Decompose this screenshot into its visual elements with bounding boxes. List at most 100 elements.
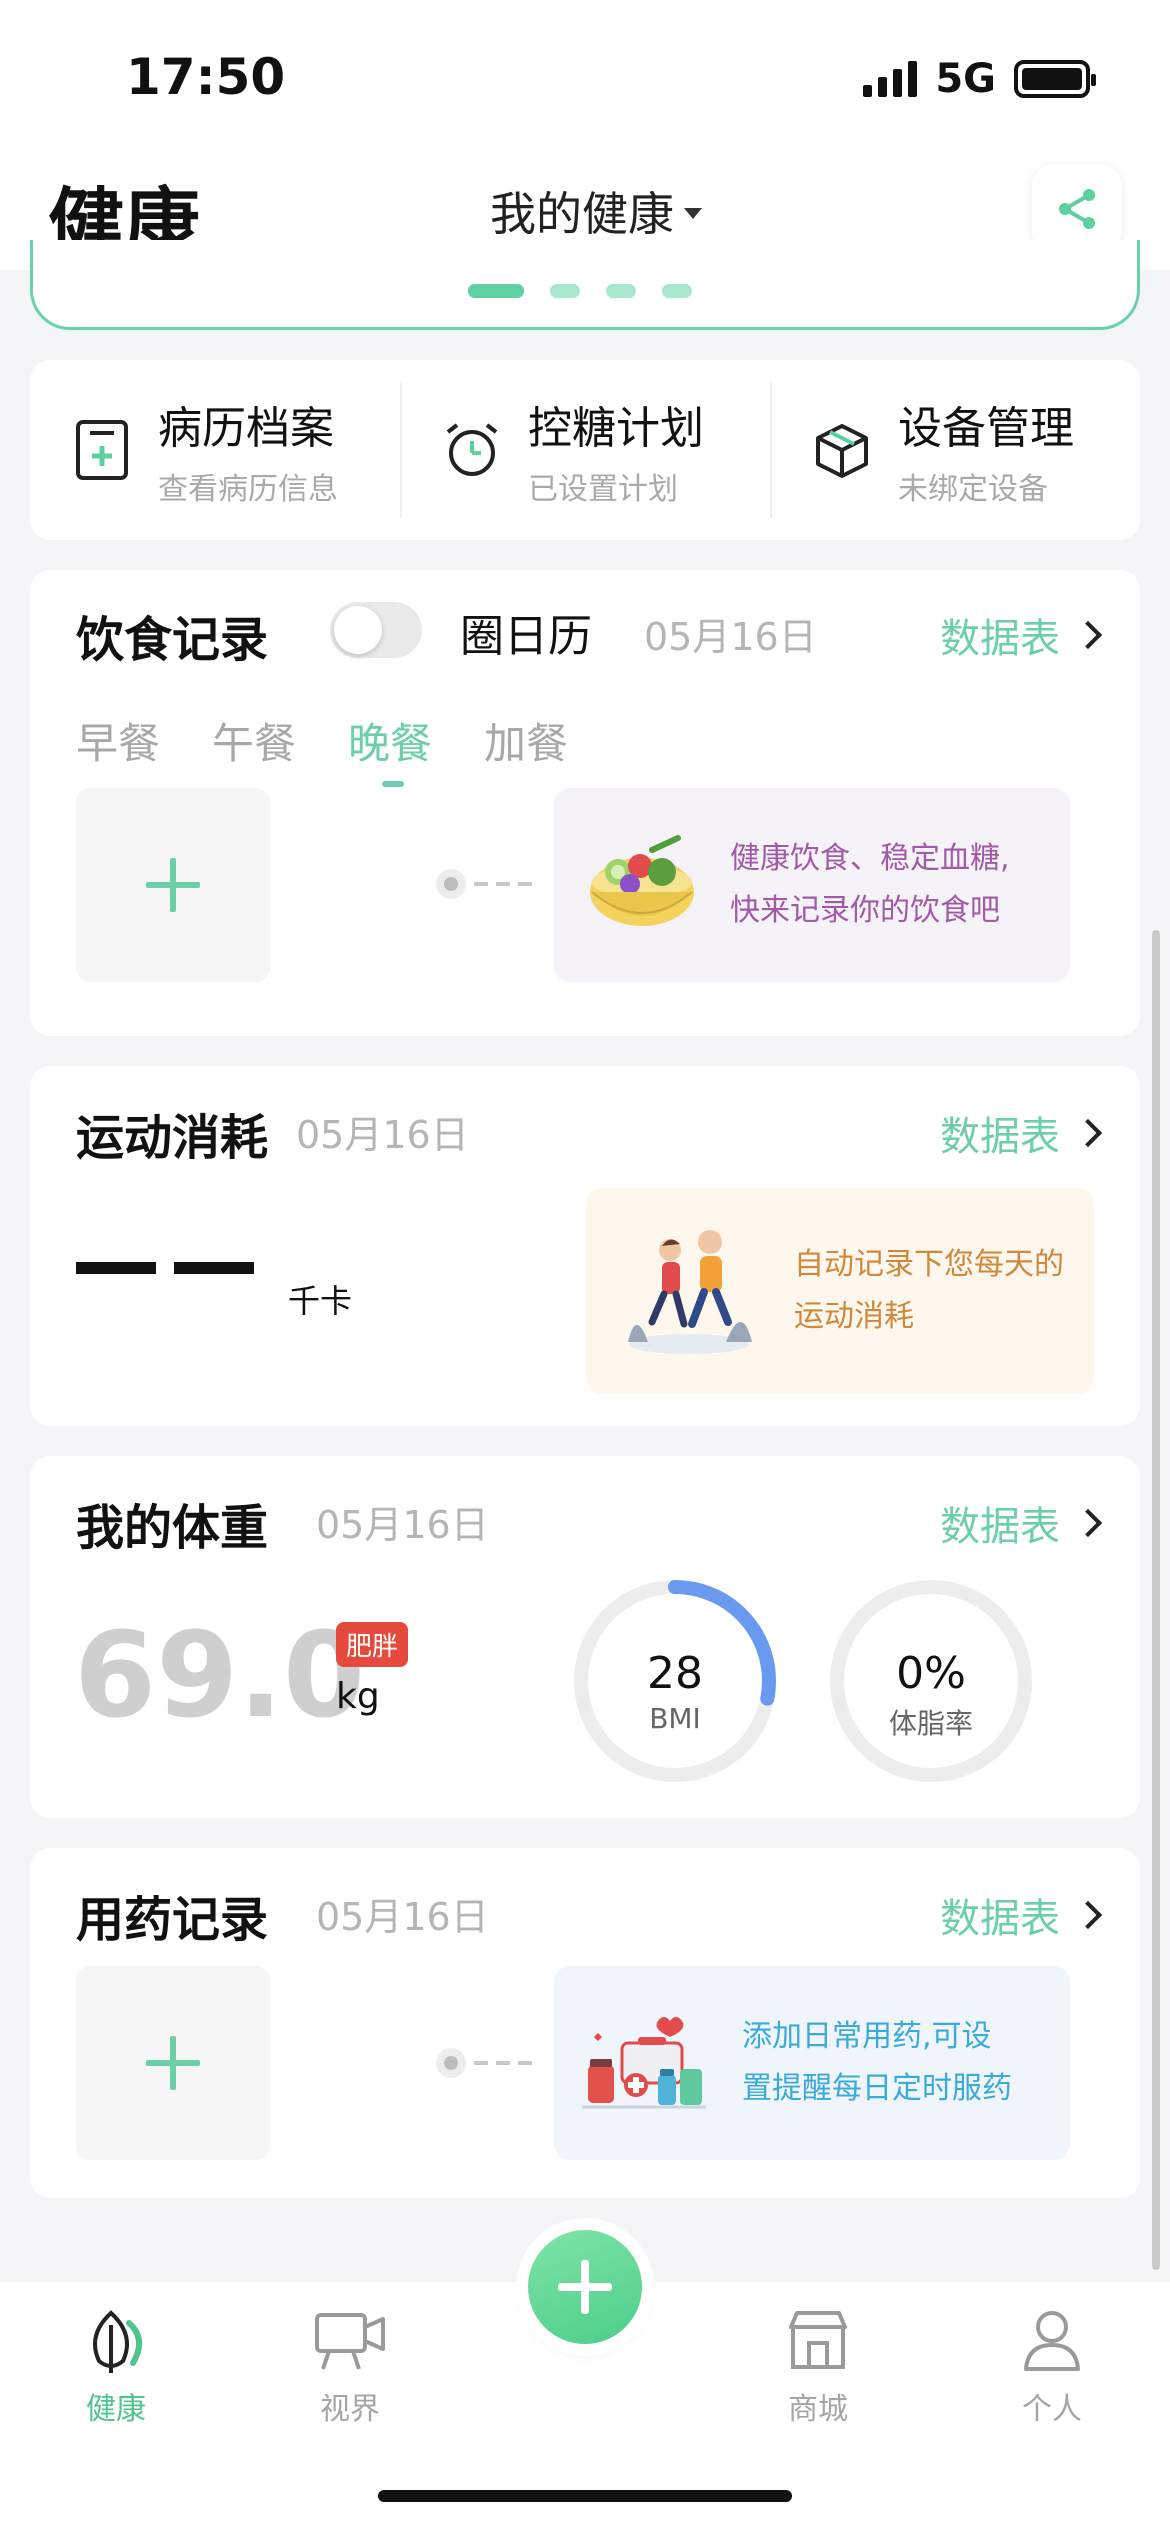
alarm-clock-icon [440, 418, 504, 482]
hint-line: 添加日常用药,可设 [742, 2019, 992, 2054]
weight-unit: kg [336, 1676, 380, 1717]
tab-vision[interactable]: 视界 [290, 2300, 410, 2428]
battery-icon [1014, 60, 1096, 98]
calendar-toggle[interactable] [330, 602, 422, 658]
card-date[interactable]: 05月16日 [644, 606, 817, 661]
device-box-icon [810, 418, 874, 482]
quick-link-title: 控糖计划 [528, 403, 704, 454]
bmi-value: 28 [647, 1648, 703, 1699]
profile-switcher[interactable]: 我的健康 [490, 178, 702, 244]
share-icon [1059, 189, 1095, 229]
calories-unit: 千卡 [288, 1282, 353, 1320]
chevron-right-icon [1073, 1508, 1103, 1538]
tab-label: 商城 [788, 2392, 848, 2427]
tab-snack[interactable]: 加餐 [484, 710, 568, 771]
quick-link-subtitle: 已设置计划 [528, 472, 678, 507]
leaf-icon [56, 2300, 176, 2380]
salad-bowl-icon [590, 835, 694, 926]
body-fat-value: 0% [896, 1648, 966, 1699]
hint-line: 置提醒每日定时服药 [742, 2071, 1012, 2106]
home-indicator [378, 2490, 792, 2502]
status-badge: 肥胖 [336, 1622, 409, 1667]
signal-icon [863, 61, 918, 97]
caret-down-icon [684, 207, 702, 219]
add-record-button[interactable] [528, 2230, 642, 2344]
carousel-dots [468, 284, 692, 298]
status-bar: 17:50 5G [0, 0, 1170, 150]
card-date[interactable]: 05月16日 [316, 1886, 489, 1941]
medication-hint: 添加日常用药,可设 置提醒每日定时服药 [554, 1966, 1070, 2160]
quick-link-title: 设备管理 [898, 403, 1074, 454]
tab-store[interactable]: 商城 [758, 2300, 878, 2428]
status-indicators: 5G [863, 56, 1096, 102]
carousel-dot [550, 284, 580, 298]
diet-hint: 健康饮食、稳定血糖, 快来记录你的饮食吧 [554, 788, 1070, 982]
card-date[interactable]: 05月16日 [316, 1494, 489, 1549]
status-time: 17:50 [126, 48, 286, 106]
plus-icon [146, 858, 200, 912]
carousel-dot [468, 284, 524, 298]
hint-line: 健康饮食、稳定血糖, [730, 841, 1010, 876]
data-table-link[interactable]: 数据表 [940, 1104, 1103, 1162]
profile-switcher-label: 我的健康 [490, 187, 674, 241]
quick-link-device-management[interactable]: 设备管理 未绑定设备 [770, 360, 1140, 540]
calendar-toggle-label: 圈日历 [460, 611, 592, 662]
data-table-link-label: 数据表 [940, 616, 1060, 662]
store-icon [758, 2300, 878, 2380]
body-fat-label: 体脂率 [888, 1707, 973, 1740]
data-table-link[interactable]: 数据表 [940, 1886, 1103, 1944]
timeline-connector [436, 2048, 532, 2078]
bmi-label: BMI [649, 1702, 701, 1735]
hint-line: 运动消耗 [794, 1299, 914, 1334]
quick-link-sugar-plan[interactable]: 控糖计划 已设置计划 [400, 360, 770, 540]
add-meal-button[interactable] [76, 788, 270, 982]
runners-icon [628, 1230, 752, 1354]
hint-line: 快来记录你的饮食吧 [730, 893, 1000, 928]
tab-lunch[interactable]: 午餐 [212, 710, 296, 771]
chevron-right-icon [1073, 1118, 1103, 1148]
quick-links: 病历档案 查看病历信息 控糖计划 已设置计划 设备管理 未绑定设备 [30, 360, 1140, 540]
medical-record-icon [70, 418, 134, 482]
quick-link-subtitle: 查看病历信息 [158, 472, 338, 507]
card-title: 我的体重 [76, 1500, 269, 1556]
carousel-dot [606, 284, 636, 298]
tab-health[interactable]: 健康 [56, 2300, 176, 2428]
tab-label: 个人 [1022, 2392, 1082, 2427]
carousel-dot [662, 284, 692, 298]
tab-label: 健康 [86, 2392, 146, 2427]
body-fat-ring[interactable]: 0% 体脂率 [826, 1576, 1036, 1786]
chevron-right-icon [1073, 1900, 1103, 1930]
diet-record-card: 饮食记录 圈日历 05月16日 数据表 早餐 午餐 晚餐 加餐 健康饮食、稳定血… [30, 570, 1140, 1036]
data-table-link[interactable]: 数据表 [940, 606, 1103, 664]
data-table-link-label: 数据表 [940, 1114, 1060, 1160]
quick-link-medical-records[interactable]: 病历档案 查看病历信息 [30, 360, 400, 540]
chevron-right-icon [1073, 620, 1103, 650]
data-table-link-label: 数据表 [940, 1896, 1060, 1942]
add-medication-button[interactable] [76, 1966, 270, 2160]
video-camera-icon [290, 2300, 410, 2380]
data-table-link-label: 数据表 [940, 1504, 1060, 1550]
person-icon [992, 2300, 1112, 2380]
card-title: 饮食记录 [76, 612, 269, 668]
exercise-card: 运动消耗 05月16日 数据表 千卡 自动记录下您每天的 运动消耗 [30, 1066, 1140, 1426]
card-date[interactable]: 05月16日 [296, 1104, 469, 1159]
quick-link-title: 病历档案 [158, 403, 334, 454]
hint-line: 自动记录下您每天的 [794, 1247, 1064, 1282]
weight-card: 我的体重 05月16日 数据表 69.0 肥胖 kg 28 BMI 0% 体脂率 [30, 1456, 1140, 1818]
network-type: 5G [935, 56, 996, 102]
quick-link-subtitle: 未绑定设备 [898, 472, 1048, 507]
data-table-link[interactable]: 数据表 [940, 1494, 1103, 1552]
tab-label: 视界 [320, 2392, 380, 2427]
tab-profile[interactable]: 个人 [992, 2300, 1112, 2428]
meal-tabs: 早餐 午餐 晚餐 加餐 [76, 710, 568, 787]
medication-card: 用药记录 05月16日 数据表 添加日常用药,可设 置提醒每日定时服药 [30, 1848, 1140, 2198]
plus-icon [558, 2260, 612, 2314]
tab-dinner[interactable]: 晚餐 [348, 710, 432, 787]
medicine-kit-icon [582, 2017, 706, 2109]
card-title: 运动消耗 [76, 1110, 269, 1166]
plus-icon [146, 2036, 200, 2090]
card-title: 用药记录 [76, 1892, 269, 1948]
bmi-ring[interactable]: 28 BMI [570, 1576, 780, 1786]
tab-breakfast[interactable]: 早餐 [76, 710, 160, 771]
scrollbar[interactable] [1152, 930, 1160, 2270]
